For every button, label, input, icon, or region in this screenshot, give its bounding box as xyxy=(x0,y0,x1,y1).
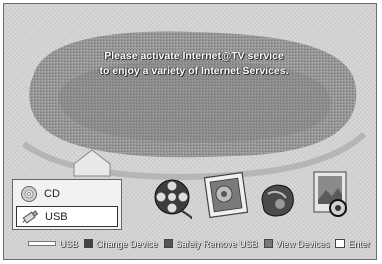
device-item-cd-label: CD xyxy=(44,187,60,200)
change-device-hint[interactable]: Change Device xyxy=(84,239,158,249)
message-line-1: Please activate Internet@TV service xyxy=(104,50,284,62)
usb-indicator-label: USB xyxy=(59,238,79,249)
photo-icon[interactable] xyxy=(204,172,248,218)
usb-slot-icon xyxy=(27,241,56,246)
enter-key-icon xyxy=(335,239,346,248)
enter-hint[interactable]: Enter xyxy=(335,239,370,249)
music-icon[interactable] xyxy=(258,180,298,220)
view-devices-label: View Devices xyxy=(275,238,330,249)
message-line-2: to enjoy a variety of Internet Services. xyxy=(99,65,289,77)
device-list: CD USB xyxy=(12,179,122,230)
device-item-usb-label: USB xyxy=(45,210,68,223)
safely-remove-label: Safely Remove USB xyxy=(175,238,258,249)
settings-icon[interactable] xyxy=(308,170,352,220)
a-key-icon xyxy=(84,239,94,248)
disc-icon xyxy=(21,185,37,202)
safely-remove-hint[interactable]: Safely Remove USB xyxy=(163,238,258,249)
activation-message: Please activate Internet@TV service to e… xyxy=(74,49,314,79)
b-key-icon xyxy=(163,239,173,248)
device-item-usb[interactable]: USB xyxy=(16,206,118,227)
film-reel-icon[interactable] xyxy=(152,177,192,219)
usb-icon xyxy=(22,209,39,224)
home-screen: Please activate Internet@TV service to e… xyxy=(3,3,377,260)
bottom-help-bar: USB Change Device Safely Remove USB View… xyxy=(4,235,376,252)
view-devices-hint[interactable]: View Devices xyxy=(263,238,330,249)
device-item-cd[interactable]: CD xyxy=(16,183,118,204)
change-device-label: Change Device xyxy=(96,238,158,249)
enter-label: Enter xyxy=(348,238,370,249)
usb-indicator: USB xyxy=(27,238,79,249)
c-key-icon xyxy=(263,239,273,248)
